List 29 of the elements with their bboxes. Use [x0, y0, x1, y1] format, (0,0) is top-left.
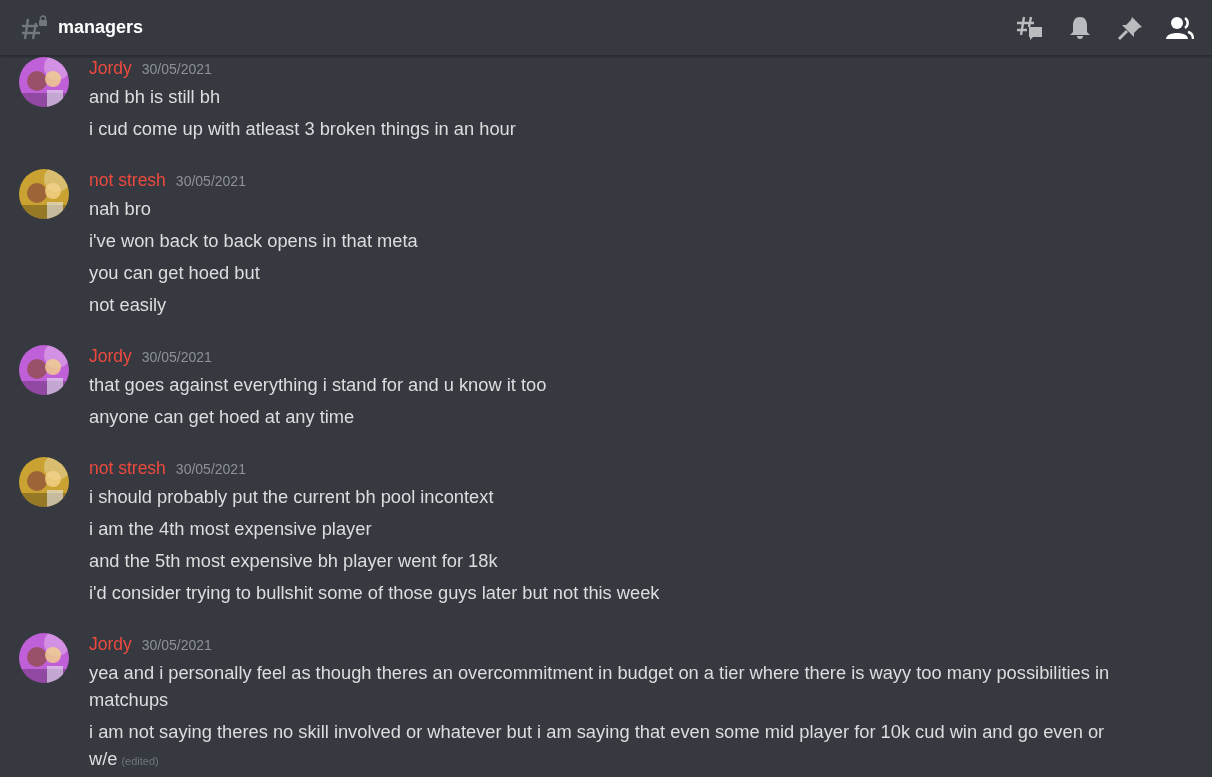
username[interactable]: not stresh	[89, 460, 166, 477]
timestamp: 30/05/2021	[141, 349, 212, 366]
message-text: you can get hoed but	[89, 261, 261, 285]
locked-channel-icon	[20, 14, 48, 41]
message-text: and the 5th most expensive bh player went for 18k	[89, 549, 499, 573]
username[interactable]: Jordy	[89, 636, 132, 653]
timestamp: 30/05/2021	[175, 173, 246, 190]
username[interactable]: Jordy	[89, 348, 132, 365]
message-text: anyone can get hoed at any time	[89, 405, 356, 429]
threads-icon[interactable]	[1016, 14, 1044, 41]
message-text: not easily	[89, 293, 168, 317]
timestamp: 30/05/2021	[175, 461, 246, 478]
channel-name: managers	[58, 17, 145, 38]
message-text: that goes against everything i stand for and u know it too	[89, 373, 548, 397]
pin-icon[interactable]	[1116, 14, 1144, 41]
edited-label: (edited)	[121, 755, 159, 767]
message-text: i should probably put the current bh pool incontext	[89, 485, 495, 509]
timestamp: 30/05/2021	[141, 61, 212, 78]
message-text: nah bro	[89, 197, 152, 221]
message-text: i'd consider trying to bullshit some of those guys later but not this week	[89, 581, 661, 605]
username[interactable]: Jordy	[89, 60, 132, 77]
message-text: i cud come up with atleast 3 broken things in an hour	[89, 117, 517, 141]
members-icon[interactable]	[1166, 14, 1194, 41]
message-text: and bh is still bh	[89, 85, 222, 109]
message-text: i am not saying theres no skill involved or whatever but i am saying that even some mid player for 10k cud win and go even or w/e (edited)	[89, 720, 1106, 771]
message-text: i've won back to back opens in that meta	[89, 229, 419, 253]
timestamp: 30/05/2021	[141, 637, 212, 654]
username[interactable]: not stresh	[89, 172, 166, 189]
message-text: i am the 4th most expensive player	[89, 517, 373, 541]
